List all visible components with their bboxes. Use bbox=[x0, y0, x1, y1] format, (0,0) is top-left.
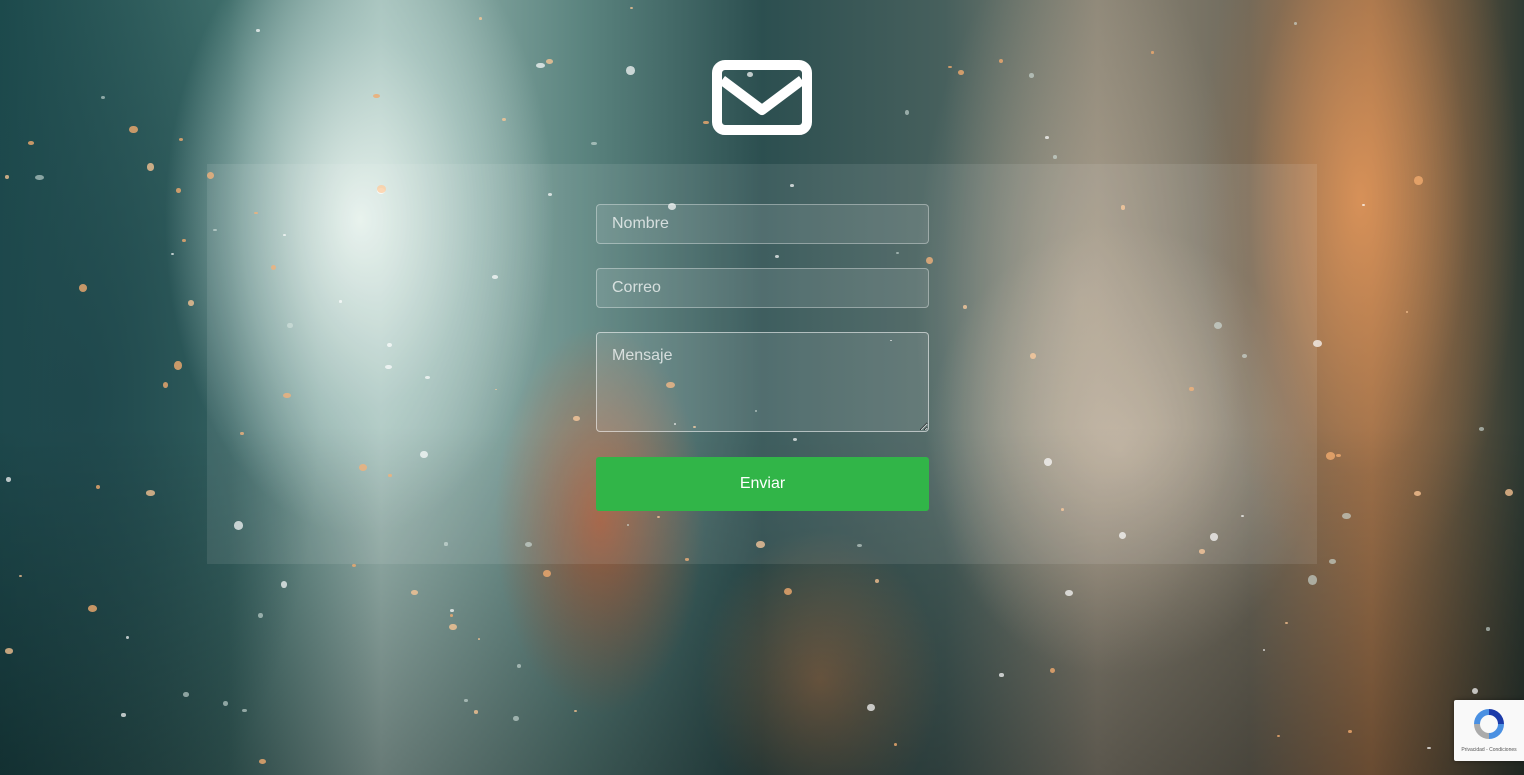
email-input[interactable] bbox=[596, 268, 929, 308]
background-droplet bbox=[182, 692, 189, 697]
background-droplet bbox=[174, 361, 182, 370]
background-droplet bbox=[449, 613, 453, 617]
background-droplet bbox=[473, 710, 479, 714]
submit-button[interactable]: Enviar bbox=[596, 457, 929, 511]
background-droplet bbox=[5, 477, 12, 482]
background-droplet bbox=[574, 710, 577, 713]
background-droplet bbox=[1277, 734, 1280, 737]
background-droplet bbox=[1329, 558, 1337, 565]
background-droplet bbox=[591, 141, 597, 146]
background-droplet bbox=[1293, 22, 1297, 26]
background-droplet bbox=[626, 66, 635, 75]
recaptcha-links[interactable]: Privacidad - Condiciones bbox=[1454, 747, 1524, 753]
background-droplet bbox=[121, 713, 126, 717]
background-droplet bbox=[175, 187, 181, 193]
background-droplet bbox=[27, 140, 35, 145]
recaptcha-icon bbox=[1474, 709, 1504, 739]
background-droplet bbox=[1050, 667, 1055, 673]
message-textarea[interactable] bbox=[596, 332, 929, 432]
background-droplet bbox=[1485, 627, 1491, 631]
background-droplet bbox=[162, 382, 169, 388]
recaptcha-badge[interactable]: Privacidad - Condiciones bbox=[1454, 700, 1524, 761]
background-droplet bbox=[1478, 427, 1484, 431]
background-droplet bbox=[1471, 687, 1478, 694]
background-droplet bbox=[1414, 490, 1422, 496]
background-droplet bbox=[783, 587, 792, 596]
background-droplet bbox=[516, 663, 522, 668]
background-droplet bbox=[1044, 136, 1049, 140]
background-droplet bbox=[1065, 589, 1073, 596]
background-droplet bbox=[999, 672, 1004, 677]
background-droplet bbox=[1427, 746, 1431, 749]
background-droplet bbox=[146, 163, 154, 171]
background-droplet bbox=[78, 284, 87, 292]
background-droplet bbox=[188, 300, 195, 306]
background-droplet bbox=[1307, 575, 1317, 585]
background-droplet bbox=[866, 703, 875, 712]
background-droplet bbox=[1348, 729, 1352, 734]
background-droplet bbox=[4, 648, 13, 654]
background-droplet bbox=[5, 175, 10, 179]
background-droplet bbox=[894, 742, 898, 746]
background-droplet bbox=[1325, 452, 1335, 460]
background-droplet bbox=[630, 6, 634, 9]
background-droplet bbox=[1028, 73, 1034, 78]
background-droplet bbox=[478, 16, 483, 20]
background-droplet bbox=[129, 125, 138, 133]
envelope-icon bbox=[712, 60, 812, 135]
background-droplet bbox=[1053, 155, 1057, 159]
background-droplet bbox=[449, 623, 457, 631]
background-droplet bbox=[546, 59, 553, 65]
background-droplet bbox=[258, 612, 264, 618]
background-droplet bbox=[513, 716, 519, 722]
background-droplet bbox=[19, 574, 23, 577]
background-droplet bbox=[222, 700, 229, 706]
background-droplet bbox=[1150, 51, 1154, 54]
background-droplet bbox=[258, 758, 266, 764]
background-droplet bbox=[1342, 512, 1351, 520]
background-droplet bbox=[87, 605, 97, 612]
background-droplet bbox=[178, 138, 183, 141]
background-droplet bbox=[145, 490, 155, 496]
background-droplet bbox=[478, 638, 481, 640]
background-droplet bbox=[242, 708, 247, 712]
background-droplet bbox=[372, 93, 380, 99]
background-droplet bbox=[1262, 649, 1265, 652]
name-input[interactable] bbox=[596, 204, 929, 244]
